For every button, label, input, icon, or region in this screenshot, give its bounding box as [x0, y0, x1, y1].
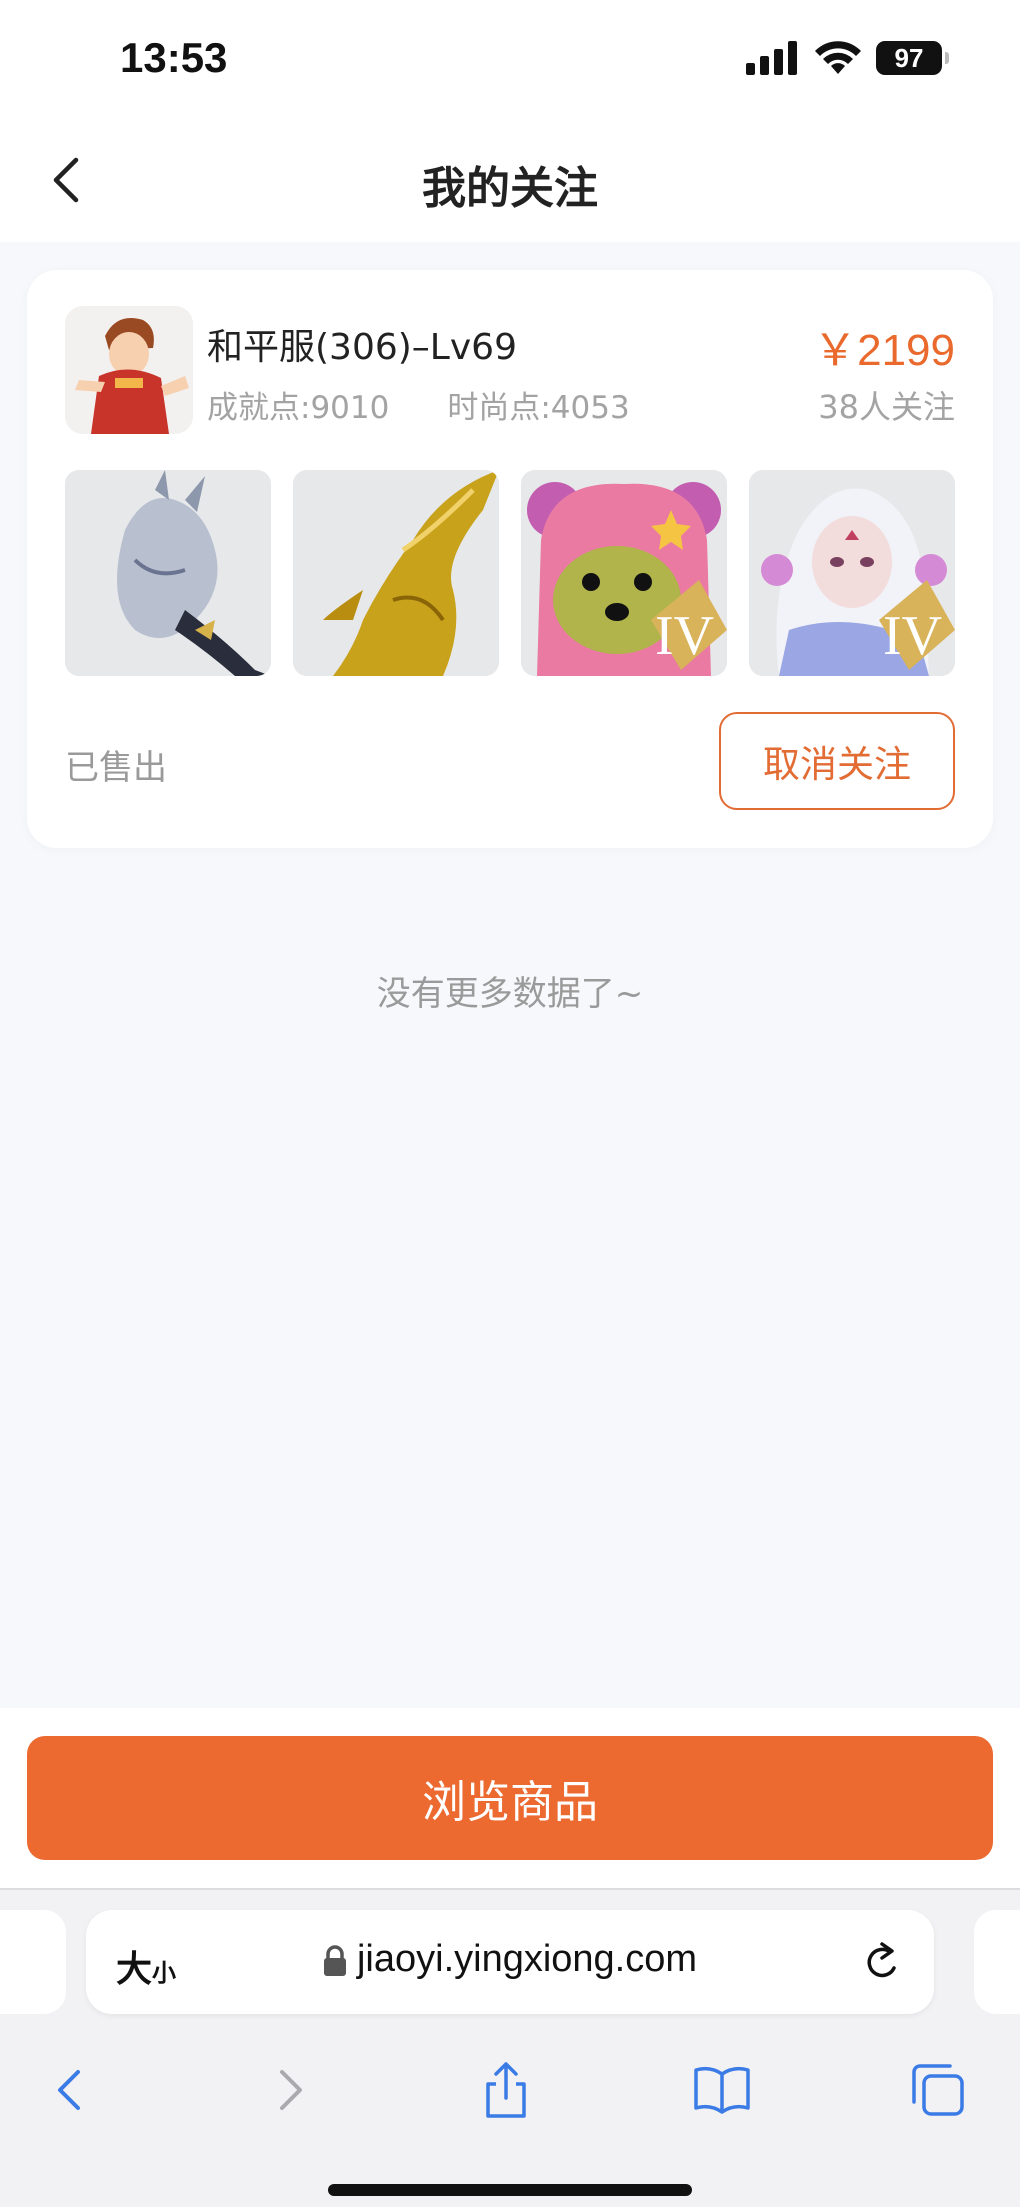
- share-button[interactable]: [476, 2060, 536, 2120]
- follower-count: 38人关注: [818, 388, 955, 426]
- url-display: jiaoyi.yingxiong.com: [86, 1938, 934, 1981]
- status-icons: 97: [746, 40, 949, 76]
- achievement-points: 成就点:9010: [207, 390, 390, 426]
- chevron-right-icon: [280, 2070, 302, 2110]
- previous-tab-peek[interactable]: [0, 1910, 66, 2014]
- book-icon: [694, 2066, 750, 2114]
- item-title: 和平服(306)–Lv69: [207, 327, 517, 368]
- reload-icon: [867, 1942, 896, 1978]
- browser-chrome: 大小 jiaoyi.yingxiong.com: [0, 1888, 1020, 2207]
- bottom-action-area: 浏览商品: [0, 1708, 1020, 1888]
- browser-forward-button[interactable]: [260, 2060, 320, 2120]
- page-title: 我的关注: [422, 163, 598, 214]
- thumbnail-pink-bear[interactable]: IV: [521, 470, 727, 676]
- character-avatar: [65, 306, 193, 434]
- status-bar: 13:53 97: [0, 0, 1020, 118]
- thumbnail-golden-phoenix[interactable]: [293, 470, 499, 676]
- tier-badge: IV: [883, 605, 942, 667]
- no-more-data-text: 没有更多数据了~: [376, 974, 644, 1014]
- item-meta: 成就点:9010 时尚点:4053: [207, 382, 630, 427]
- tabs-icon: [912, 2064, 964, 2116]
- battery-icon: 97: [876, 41, 949, 75]
- chevron-left-icon: [58, 2070, 80, 2110]
- lock-icon: [323, 1945, 346, 1976]
- thumbnail-silver-dragon[interactable]: [65, 470, 271, 676]
- signal-icon: [746, 41, 797, 75]
- page-header: 我的关注: [0, 118, 1020, 242]
- browse-products-button[interactable]: 浏览商品: [27, 1736, 993, 1860]
- address-bar[interactable]: 大小 jiaoyi.yingxiong.com: [86, 1910, 934, 2014]
- browser-toolbar: [0, 2040, 1020, 2140]
- thumbnail-white-spirit[interactable]: IV: [749, 470, 955, 676]
- home-indicator: [328, 2184, 692, 2196]
- tier-badge: IV: [655, 605, 714, 667]
- battery-level: 97: [894, 42, 924, 73]
- reload-button[interactable]: [860, 1938, 904, 1986]
- bookmarks-button[interactable]: [692, 2060, 752, 2120]
- item-thumbnails: IV IV: [65, 470, 955, 676]
- sold-status: 已售出: [65, 748, 167, 788]
- tabs-button[interactable]: [908, 2060, 968, 2120]
- status-time: 13:53: [120, 34, 228, 81]
- url-text: jiaoyi.yingxiong.com: [356, 1938, 698, 1980]
- fashion-points: 时尚点:4053: [447, 390, 630, 426]
- next-tab-peek[interactable]: [974, 1910, 1020, 2014]
- share-icon: [486, 2062, 526, 2118]
- browser-back-button[interactable]: [40, 2060, 100, 2120]
- unfollow-button[interactable]: 取消关注: [719, 712, 955, 810]
- followed-item-card[interactable]: 和平服(306)–Lv69 成就点:9010 时尚点:4053 ￥2199 38…: [27, 270, 993, 848]
- wifi-icon: [815, 41, 861, 74]
- item-price: ￥2199: [813, 326, 955, 375]
